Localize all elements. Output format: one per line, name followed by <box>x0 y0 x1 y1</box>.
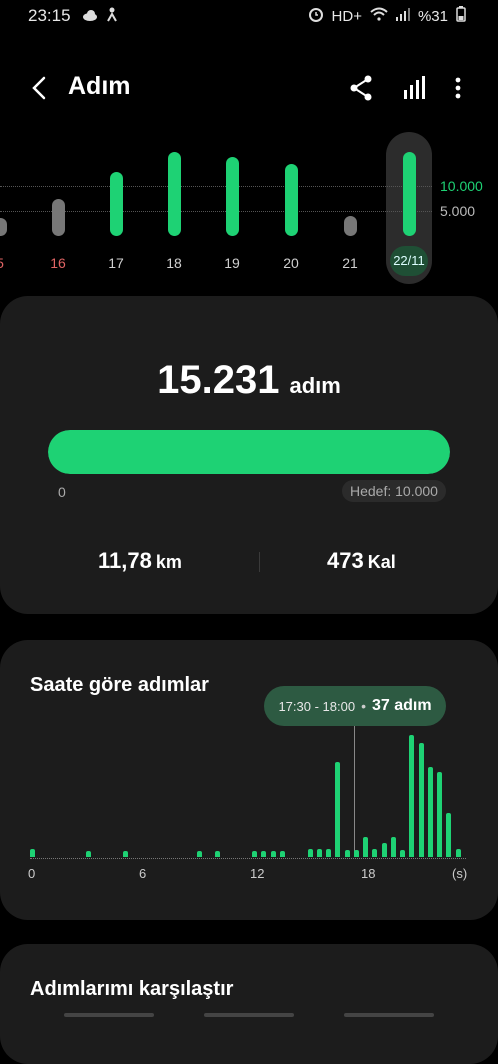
day-bar-22/11[interactable] <box>403 152 416 236</box>
day-bar-18[interactable] <box>168 152 181 236</box>
compare-card[interactable] <box>0 944 498 1064</box>
day-bar-5[interactable] <box>0 218 7 236</box>
day-label-18[interactable]: 18 <box>154 255 194 271</box>
nav-recent[interactable] <box>64 1013 154 1017</box>
hour-bar[interactable] <box>353 850 359 857</box>
hour-bar[interactable] <box>270 851 276 857</box>
axis-label-6: 6 <box>139 866 147 881</box>
distance-value: 11,78 <box>98 548 152 573</box>
status-time: 23:15 <box>28 6 71 25</box>
day-label-5[interactable]: 5 <box>0 255 20 271</box>
hour-bar[interactable] <box>427 767 433 857</box>
half-goal-ref-label: 5.000 <box>440 203 476 219</box>
hour-bar[interactable] <box>85 851 91 857</box>
hour-bar[interactable] <box>437 772 442 857</box>
goal-gridline <box>0 186 432 187</box>
tooltip-separator: • <box>361 698 366 714</box>
hour-bar[interactable] <box>279 851 285 857</box>
status-bar: 23:15 HD+ %31 <box>0 0 498 32</box>
hour-bar[interactable] <box>122 851 128 857</box>
steps-count: 15.231 <box>157 358 280 402</box>
day-label-16[interactable]: 16 <box>38 255 78 271</box>
hour-bar[interactable] <box>252 851 257 857</box>
day-label-17[interactable]: 17 <box>96 255 136 271</box>
hourly-tooltip: 17:30 - 18:00 • 37 adım <box>264 686 446 726</box>
steps-unit: adım <box>289 373 341 398</box>
hour-bar[interactable] <box>215 851 220 857</box>
hour-bar[interactable] <box>446 813 452 857</box>
nav-home[interactable] <box>204 1013 294 1017</box>
back-button[interactable] <box>24 72 56 104</box>
battery-percent: %31 <box>417 7 448 25</box>
battery-icon <box>456 6 466 26</box>
page-title: Adım <box>68 72 131 100</box>
hour-bar[interactable] <box>372 849 378 857</box>
share-button[interactable] <box>346 72 376 104</box>
activity-icon <box>104 6 120 22</box>
day-bar-19[interactable] <box>226 156 239 236</box>
hour-bar[interactable] <box>400 850 405 857</box>
statistics-button[interactable] <box>400 72 430 104</box>
goal-progress-bar <box>48 430 450 474</box>
calories-unit: Kal <box>367 552 396 572</box>
alarm-icon <box>308 6 324 26</box>
axis-label-18: 18 <box>361 866 376 881</box>
bar-chart-icon <box>404 76 425 99</box>
status-right-group: HD+ %31 <box>308 6 466 26</box>
hour-bar[interactable] <box>455 849 461 857</box>
progress-min-label: 0 <box>58 484 66 500</box>
goal-ref-label: 10.000 <box>440 178 483 194</box>
hour-bar[interactable] <box>344 850 350 857</box>
distance-unit: km <box>155 552 182 572</box>
hour-bar[interactable] <box>363 837 368 857</box>
tooltip-indicator-line <box>354 726 355 856</box>
axis-label-12: 12 <box>250 866 265 881</box>
day-bar-16[interactable] <box>52 198 65 236</box>
share-icon <box>350 75 372 101</box>
day-bar-21[interactable] <box>344 216 357 236</box>
hour-bar[interactable] <box>261 851 267 857</box>
hour-bar[interactable] <box>390 837 396 857</box>
day-label-21[interactable]: 21 <box>330 255 370 271</box>
calories-value: 473 <box>327 548 364 573</box>
network-type: HD+ <box>331 7 362 25</box>
hour-bar[interactable] <box>409 735 415 857</box>
hour-bar[interactable] <box>307 849 313 857</box>
day-bar-20[interactable] <box>285 164 298 236</box>
hour-bar[interactable] <box>418 743 424 857</box>
steps-total: 15.231 adım <box>0 358 498 403</box>
wifi-icon <box>370 7 388 25</box>
axis-label-0: 0 <box>28 866 36 881</box>
axis-label-unit: (s) <box>452 866 468 881</box>
distance-stat: 11,78 km <box>98 548 182 574</box>
hour-bar[interactable] <box>335 762 341 857</box>
tooltip-range: 17:30 - 18:00 <box>278 698 356 714</box>
hour-bar[interactable] <box>196 851 202 857</box>
cloud-icon <box>82 8 98 21</box>
more-options-button[interactable] <box>448 72 468 104</box>
hourly-baseline <box>30 858 466 859</box>
selected-day-label[interactable]: 22/11 <box>390 246 428 276</box>
hour-bar[interactable] <box>326 849 331 857</box>
hourly-title: Saate göre adımlar <box>30 674 209 696</box>
stat-divider <box>259 552 260 572</box>
hour-bar[interactable] <box>30 849 35 857</box>
goal-badge: Hedef: 10.000 <box>342 480 446 502</box>
nav-back[interactable] <box>344 1013 434 1017</box>
more-vertical-icon <box>455 77 461 99</box>
day-bar-17[interactable] <box>110 171 123 236</box>
goal-progress-fill <box>48 430 450 474</box>
tooltip-steps: 37 adım <box>371 697 432 714</box>
hour-bar[interactable] <box>316 849 322 857</box>
day-label-20[interactable]: 20 <box>271 255 311 271</box>
day-label-19[interactable]: 19 <box>212 255 252 271</box>
chevron-left-icon <box>32 76 46 100</box>
calories-stat: 473 Kal <box>327 548 396 574</box>
compare-title: Adımlarımı karşılaştır <box>30 978 234 1000</box>
hour-bar[interactable] <box>381 843 387 857</box>
signal-icon <box>395 7 410 25</box>
